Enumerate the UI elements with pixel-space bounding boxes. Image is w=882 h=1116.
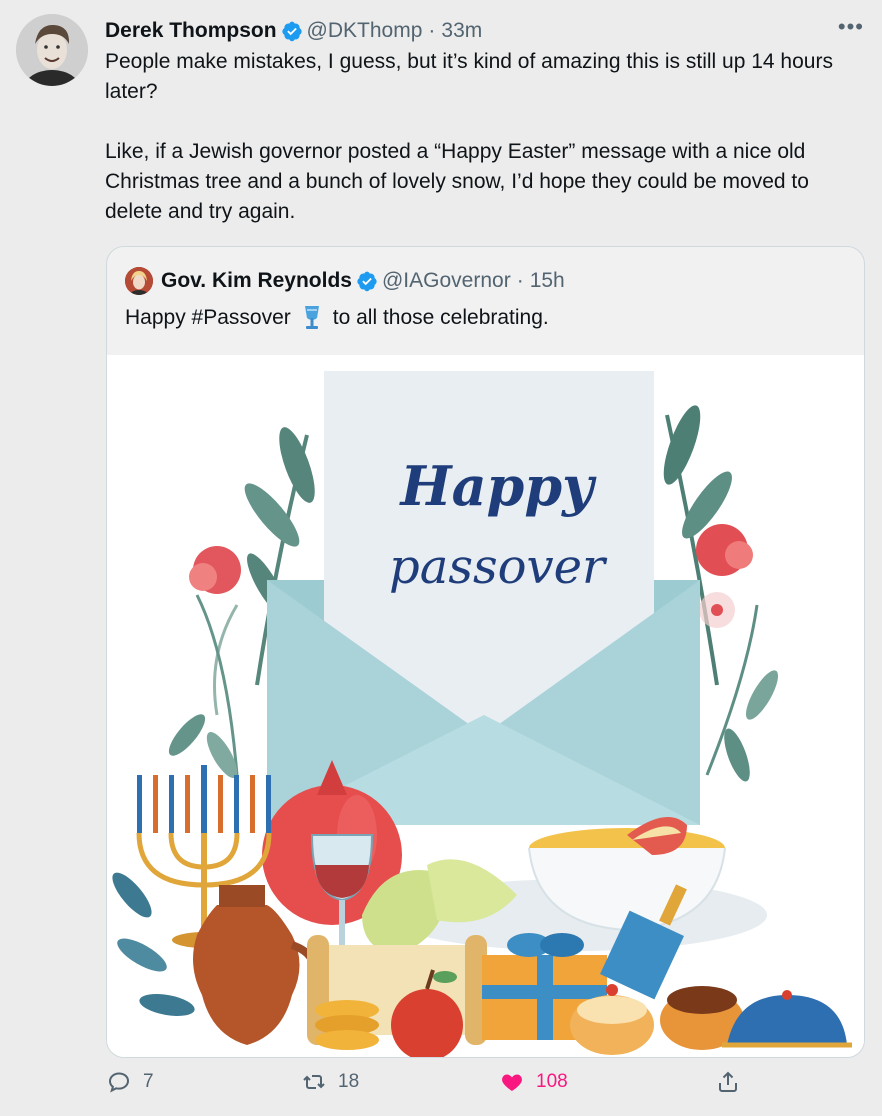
reply-icon: [108, 1072, 130, 1093]
kippah: [722, 990, 852, 1048]
retweet-count: 18: [338, 1071, 360, 1092]
author-name[interactable]: Derek Thompson: [105, 19, 277, 43]
verified-badge-icon: [281, 21, 302, 42]
coins: [315, 1000, 379, 1050]
retweet-icon: [303, 1075, 325, 1089]
like-button[interactable]: 108: [500, 1070, 568, 1094]
card-title-passover: passover: [389, 539, 608, 595]
separator-dot: ·: [516, 269, 524, 292]
tweet-actions: 7 18 108: [0, 1070, 882, 1110]
share-icon: [719, 1071, 737, 1092]
passover-illustration[interactable]: Happy passover: [107, 355, 864, 1057]
share-button[interactable]: [716, 1070, 752, 1094]
author-avatar[interactable]: [16, 14, 88, 86]
kiddush-cup-emoji-icon: [304, 306, 319, 329]
quoted-text-start[interactable]: Happy #Passover: [125, 303, 291, 333]
tweet-text: People make mistakes, I guess, but it’s …: [105, 47, 865, 227]
envelope: Happy passover: [267, 371, 700, 825]
reply-count: 7: [143, 1071, 154, 1092]
tweet-timestamp[interactable]: 33m: [441, 19, 482, 43]
reply-button[interactable]: 7: [107, 1070, 154, 1094]
retweet-button[interactable]: 18: [302, 1070, 359, 1094]
quoted-tweet[interactable]: Gov. Kim Reynolds @IAGovernor · 15h Happ…: [106, 246, 865, 1058]
quoted-author-avatar[interactable]: [125, 267, 153, 295]
quoted-author-handle[interactable]: @IAGovernor: [382, 269, 511, 293]
tweet-paragraph: People make mistakes, I guess, but it’s …: [105, 50, 833, 103]
tweet-header: Derek Thompson @DKThomp · 33m: [105, 16, 852, 46]
card-title-happy: Happy: [399, 454, 598, 518]
quoted-tweet-text: Happy #Passover to all those celebrating…: [125, 303, 549, 333]
like-count: 108: [536, 1071, 568, 1092]
quoted-tweet-timestamp[interactable]: 15h: [530, 269, 565, 293]
heart-icon: [502, 1074, 522, 1091]
separator-dot: ·: [428, 19, 436, 42]
quoted-author-name[interactable]: Gov. Kim Reynolds: [161, 269, 352, 293]
verified-badge-icon: [357, 271, 377, 292]
quoted-tweet-header: Gov. Kim Reynolds @IAGovernor · 15h: [125, 267, 565, 295]
more-icon[interactable]: •••: [838, 14, 864, 40]
author-handle[interactable]: @DKThomp: [307, 19, 423, 43]
tweet-paragraph: Like, if a Jewish governor posted a “Hap…: [105, 140, 809, 223]
quoted-text-end: to all those celebrating.: [332, 306, 549, 329]
